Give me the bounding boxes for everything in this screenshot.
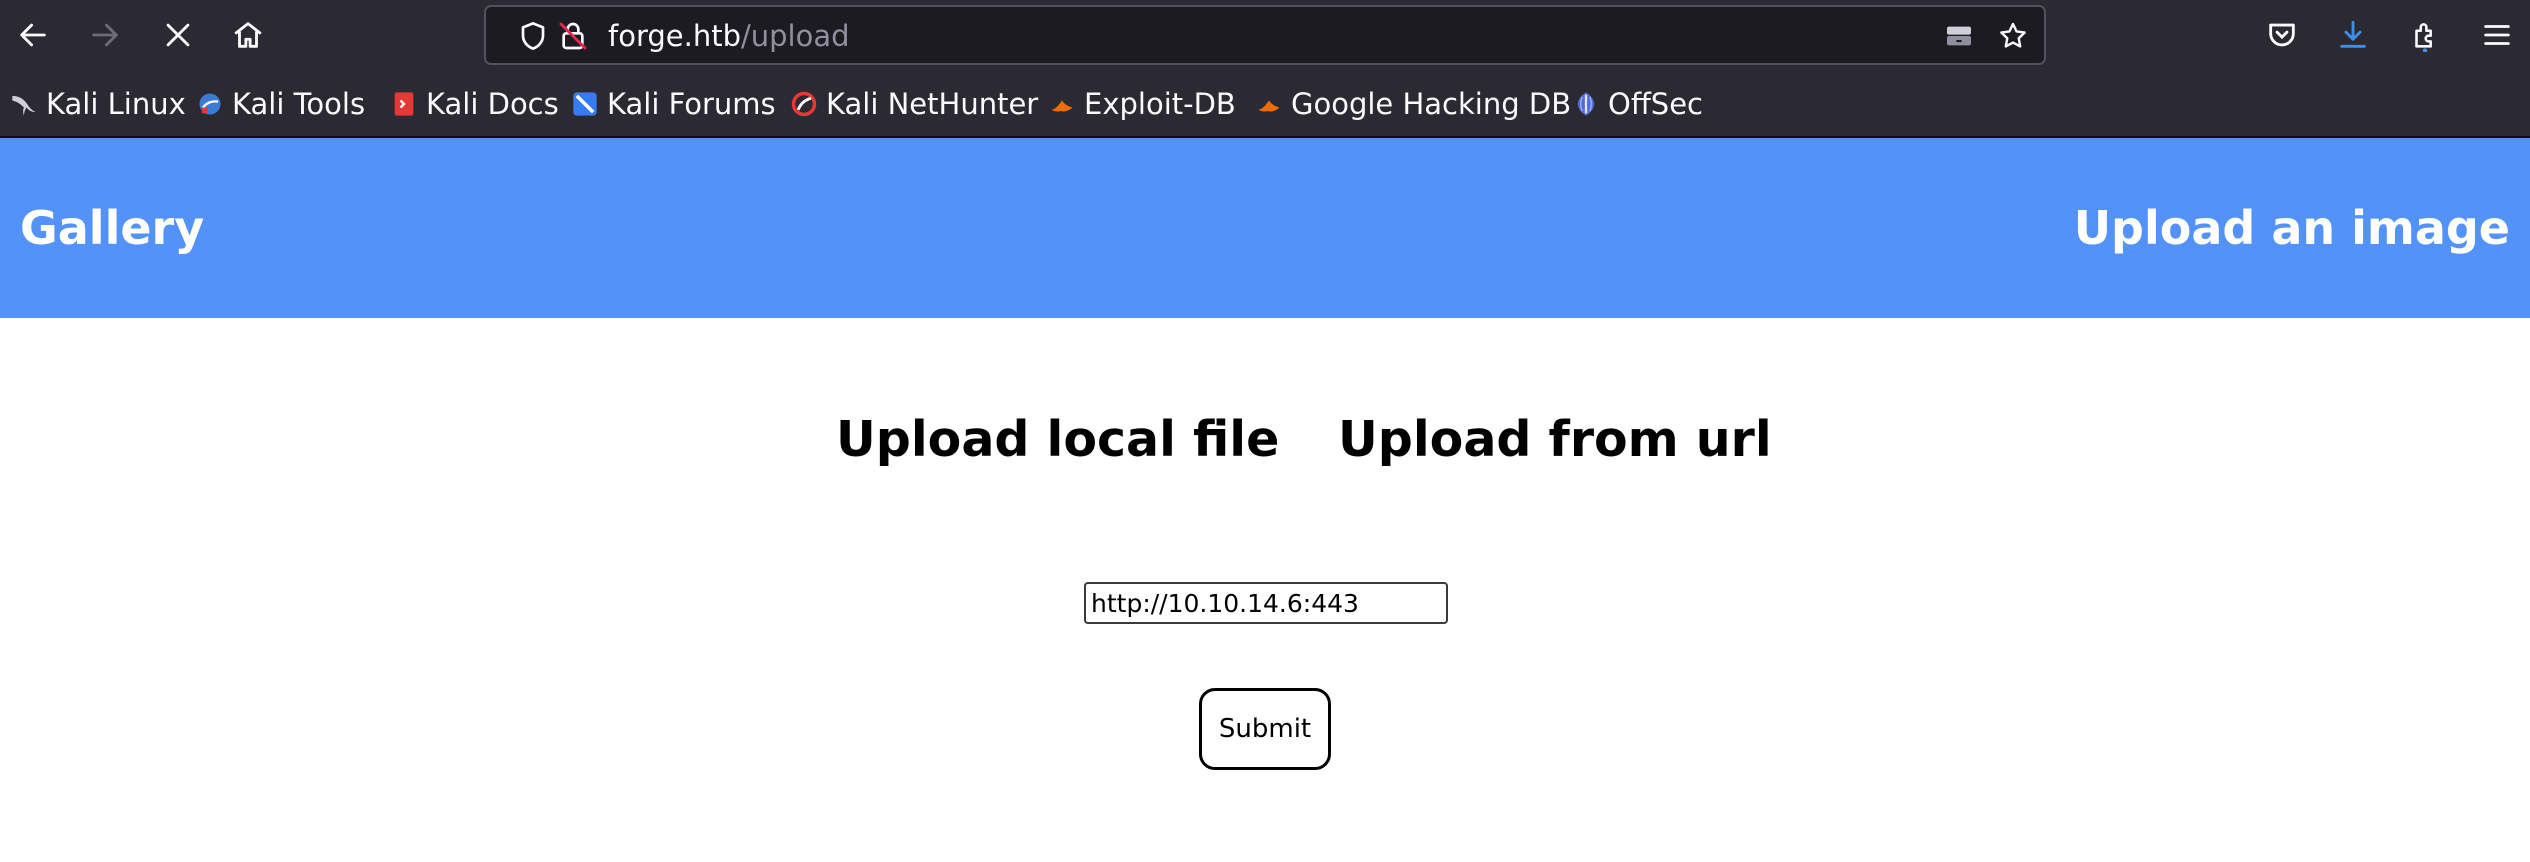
url-text[interactable]: forge.htb/upload xyxy=(608,17,850,55)
offsec-icon xyxy=(1572,90,1600,118)
submit-button[interactable]: Submit xyxy=(1199,688,1331,770)
kali-dragon-icon xyxy=(10,90,38,118)
bookmark-google-hacking-db[interactable]: Google Hacking DB xyxy=(1255,84,1571,124)
forward-arrow-icon xyxy=(92,23,118,47)
pocket-icon xyxy=(2269,23,2295,47)
back-arrow-icon xyxy=(20,23,46,47)
bookmarks-toolbar: Kali Linux Kali Tools Kali Docs Kali For… xyxy=(0,70,2530,138)
bookmark-label: Kali Tools xyxy=(232,87,366,121)
url-input[interactable] xyxy=(1084,582,1448,624)
gallery-link[interactable]: Gallery xyxy=(20,200,204,256)
bookmark-label: OffSec xyxy=(1608,87,1704,121)
close-icon xyxy=(166,23,190,47)
url-host: forge.htb xyxy=(608,19,741,53)
kali-forums-icon xyxy=(571,90,599,118)
bookmark-offsec[interactable]: OffSec xyxy=(1572,84,1703,124)
home-button[interactable] xyxy=(223,10,273,60)
downloads-button[interactable] xyxy=(2328,10,2378,60)
bookmark-label: Exploit-DB xyxy=(1084,87,1236,121)
back-button[interactable] xyxy=(8,10,58,60)
forward-button[interactable] xyxy=(80,10,130,60)
puzzle-icon xyxy=(2415,23,2432,52)
bookmark-label: Kali Forums xyxy=(607,87,776,121)
home-icon xyxy=(234,22,262,48)
kali-docs-icon xyxy=(390,90,418,118)
bookmark-exploit-db[interactable]: Exploit-DB xyxy=(1048,84,1236,124)
bookmark-label: Google Hacking DB xyxy=(1291,87,1572,121)
upload-image-link[interactable]: Upload an image xyxy=(2074,200,2510,256)
bookmark-label: Kali Docs xyxy=(426,87,559,121)
bookmark-label: Kali NetHunter xyxy=(826,87,1039,121)
stop-button[interactable] xyxy=(153,10,203,60)
browser-toolbar: forge.htb/upload xyxy=(0,0,2530,70)
url-path: /upload xyxy=(741,19,850,53)
shield-icon[interactable] xyxy=(516,19,550,53)
exploit-db-icon xyxy=(1048,90,1076,118)
insecure-lock-icon[interactable] xyxy=(556,19,590,53)
reader-view-icon[interactable] xyxy=(1942,19,1976,53)
menu-button[interactable] xyxy=(2472,10,2522,60)
bookmark-kali-forums[interactable]: Kali Forums xyxy=(571,84,776,124)
bookmark-kali-linux[interactable]: Kali Linux xyxy=(10,84,186,124)
tab-upload-local-file[interactable]: Upload local file xyxy=(836,410,1279,470)
bookmark-kali-docs[interactable]: Kali Docs xyxy=(390,84,559,124)
bookmark-star-icon[interactable] xyxy=(1996,19,2030,53)
bookmark-label: Kali Linux xyxy=(46,87,186,121)
tab-upload-from-url[interactable]: Upload from url xyxy=(1338,410,1772,470)
hamburger-menu-icon xyxy=(2484,25,2510,45)
google-hacking-db-icon xyxy=(1255,90,1283,118)
kali-nethunter-icon xyxy=(790,90,818,118)
bookmark-kali-nethunter[interactable]: Kali NetHunter xyxy=(790,84,1038,124)
url-bar[interactable]: forge.htb/upload xyxy=(484,5,2046,65)
extensions-button[interactable] xyxy=(2400,10,2450,60)
bookmark-kali-tools[interactable]: Kali Tools xyxy=(196,84,365,124)
site-header: Gallery Upload an image xyxy=(0,138,2530,318)
download-icon xyxy=(2340,20,2366,48)
kali-tools-icon xyxy=(196,90,224,118)
pocket-button[interactable] xyxy=(2257,10,2307,60)
